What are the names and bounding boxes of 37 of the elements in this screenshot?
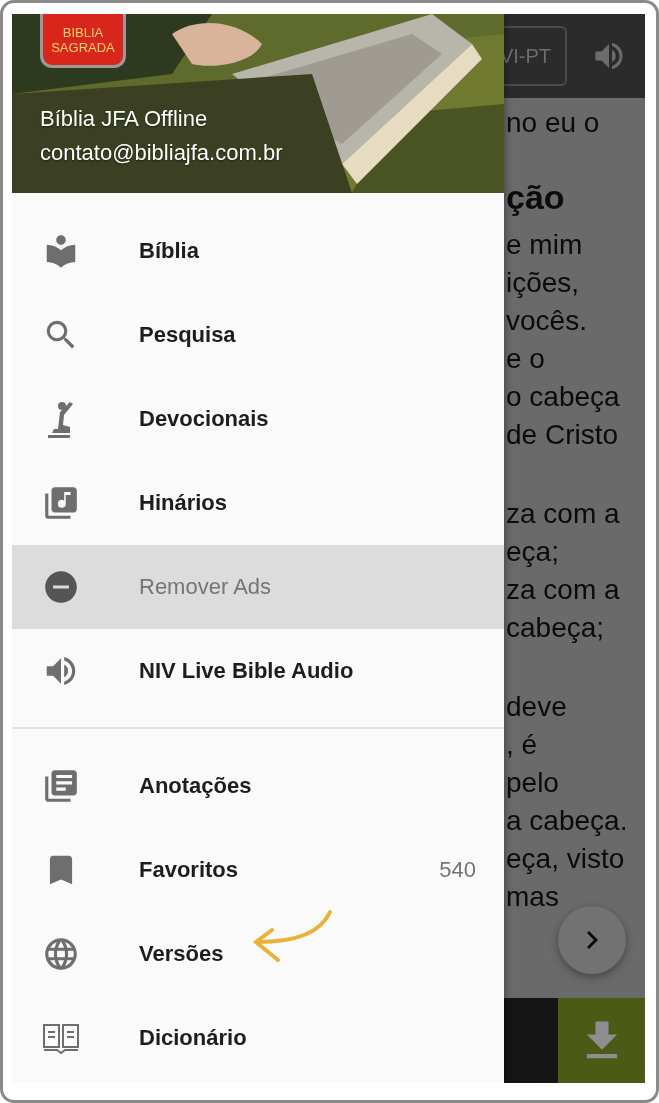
verse-text: e mim <box>506 228 584 262</box>
contact-email: contato@bibliajfa.com.br <box>40 139 283 167</box>
menu-item[interactable]: Pesquisa <box>12 293 504 377</box>
chapter-heading: ção <box>506 177 566 218</box>
verse-text: mas <box>506 880 560 914</box>
download-button[interactable] <box>558 998 645 1083</box>
open-book-icon <box>42 1021 80 1055</box>
next-button[interactable] <box>558 906 626 974</box>
verse-text: , é <box>506 728 539 762</box>
verse-text: pelo <box>506 766 560 800</box>
menu-item[interactable]: Bíblia <box>12 209 504 293</box>
menu-item[interactable]: Hinários <box>12 461 504 545</box>
app-logo: BIBLIA SAGRADA <box>40 14 126 68</box>
menu-item[interactable]: Devocionais <box>12 377 504 461</box>
menu-item[interactable]: Favoritos 540 <box>12 828 504 912</box>
verse-text: za com a <box>506 497 621 531</box>
verse-text: ições, <box>506 266 581 300</box>
verse-text: de Cristo <box>506 418 620 452</box>
verse-text: cabeça; <box>506 611 606 645</box>
chevron-right-icon <box>586 930 598 950</box>
menu-item[interactable]: Versões <box>12 912 504 996</box>
verse-text: za com a <box>506 573 621 607</box>
notes-icon <box>42 767 80 805</box>
verse-text: a cabeça. <box>506 804 629 838</box>
verse-text: eça, visto <box>506 842 626 876</box>
verse-text: deve <box>506 690 568 724</box>
verse-text: no eu o <box>506 106 601 140</box>
menu-item[interactable]: NIV Live Bible Audio <box>12 629 504 713</box>
menu-item[interactable]: Anotações <box>12 744 504 828</box>
verse-text: e o <box>506 342 546 376</box>
music-library-icon <box>42 484 80 522</box>
menu-item[interactable]: Dicionário <box>12 996 504 1080</box>
verse-text: eça; <box>506 535 560 569</box>
verse-text: vocês. <box>506 304 588 338</box>
app-name: Bíblia JFA Offline <box>40 105 208 133</box>
globe-icon <box>42 935 80 973</box>
verse-text: o cabeça <box>506 380 621 414</box>
